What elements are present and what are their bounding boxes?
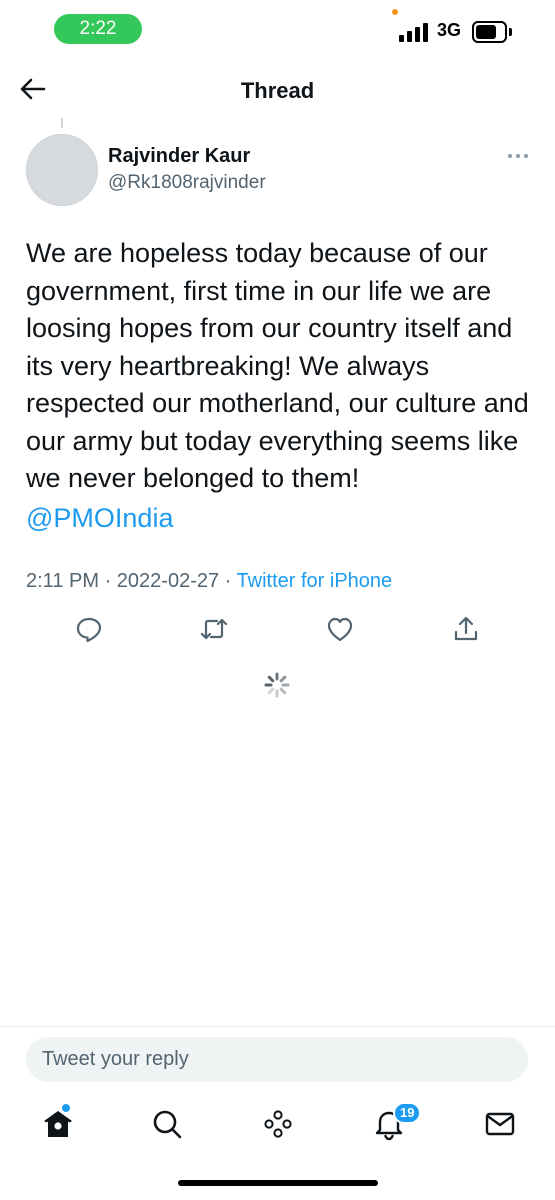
nav-messages[interactable] [482,1106,518,1142]
loading-spinner-icon [263,671,291,699]
nav-search[interactable] [149,1106,185,1142]
nav-spaces[interactable] [260,1106,296,1142]
more-horizontal-icon [508,154,512,158]
tweet-text: We are hopeless today because of our gov… [26,238,529,493]
thread-connector-line [61,118,63,128]
tweet-metadata: 2:11 PM · 2022-02-27 · Twitter for iPhon… [26,570,392,593]
retweet-icon [200,618,228,640]
reply-divider [0,1026,555,1027]
notification-count-badge: 19 [393,1102,422,1124]
share-icon [454,616,478,641]
thread-header: Thread [0,60,555,120]
status-time: 2:22 [54,14,142,44]
network-type: 3G [437,20,462,40]
battery-icon [472,21,512,43]
author-handle[interactable]: @Rk1808rajvinder [108,172,266,194]
home-unread-dot [62,1104,70,1112]
reply-placeholder: Tweet your reply [42,1048,189,1070]
page-title: Thread [240,78,315,103]
tweet-date: 2022-02-27 [116,570,220,592]
cellular-signal-icon [399,22,431,42]
author-name[interactable]: Rajvinder Kaur [108,145,250,168]
avatar[interactable] [26,134,98,206]
privacy-indicator-dot [392,9,398,15]
home-indicator[interactable] [178,1180,378,1186]
home-icon [44,1111,72,1137]
heart-icon [327,617,353,642]
reply-icon [76,617,102,643]
mail-icon [485,1112,515,1136]
tweet-actions [0,610,555,650]
meta-separator: · [224,570,232,592]
tweet-source-link[interactable]: Twitter for iPhone [237,570,393,592]
retweet-button[interactable] [199,614,229,644]
status-bar: 2:22 3G [0,0,555,60]
more-options-button[interactable] [506,150,530,164]
like-button[interactable] [325,614,355,644]
spaces-icon [264,1110,292,1138]
meta-separator: · [104,570,112,592]
bottom-navigation [0,1092,555,1158]
reply-button[interactable] [74,614,104,644]
nav-home[interactable] [40,1106,76,1142]
reply-input[interactable]: Tweet your reply [26,1037,528,1082]
search-icon [153,1110,182,1139]
tweet-time: 2:11 PM [26,570,99,592]
mention-link[interactable]: @PMOIndia [26,500,173,538]
share-button[interactable] [451,614,481,644]
